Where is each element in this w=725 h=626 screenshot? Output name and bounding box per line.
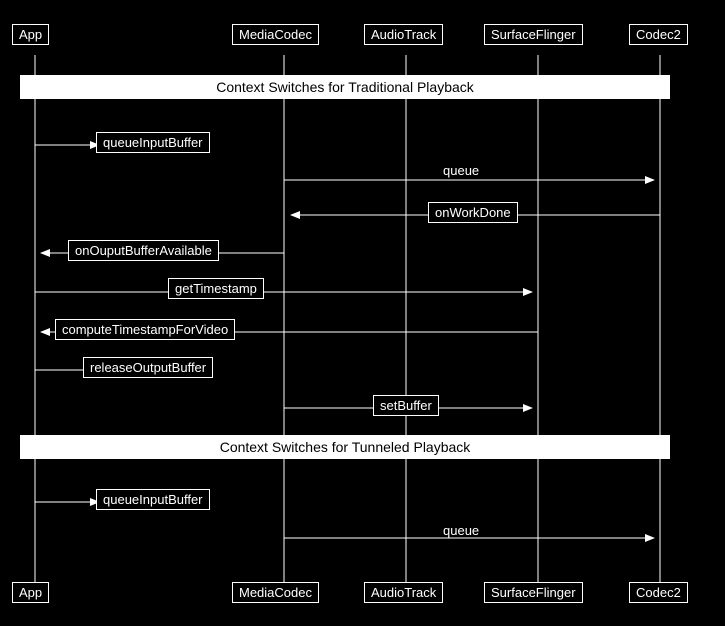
footer-mediacodec: MediaCodec — [232, 582, 319, 603]
on-ouput-buffer-available: onOuputBufferAvailable — [68, 240, 219, 261]
footer-audiotrack: AudioTrack — [364, 582, 443, 603]
release-output-buffer: releaseOutputBuffer — [83, 357, 213, 378]
header-surfaceflinger: SurfaceFlinger — [484, 24, 583, 45]
footer-app: App — [12, 582, 49, 603]
header-app: App — [12, 24, 49, 45]
queue-input-buffer-2: queueInputBuffer — [96, 489, 210, 510]
footer-surfaceflinger: SurfaceFlinger — [484, 582, 583, 603]
set-buffer: setBuffer — [373, 395, 439, 416]
footer-codec2: Codec2 — [629, 582, 688, 603]
compute-timestamp-for-video: computeTimestampForVideo — [55, 319, 235, 340]
get-timestamp: getTimestamp — [168, 278, 264, 299]
on-work-done: onWorkDone — [428, 202, 518, 223]
queue-input-buffer-1: queueInputBuffer — [96, 132, 210, 153]
section2-bar: Context Switches for Tunneled Playback — [20, 435, 670, 459]
section1-bar: Context Switches for Traditional Playbac… — [20, 75, 670, 99]
header-codec2: Codec2 — [629, 24, 688, 45]
queue-2: queue — [443, 523, 479, 538]
queue-1: queue — [443, 163, 479, 178]
header-audiotrack: AudioTrack — [364, 24, 443, 45]
header-mediacodec: MediaCodec — [232, 24, 319, 45]
diagram: App MediaCodec AudioTrack SurfaceFlinger… — [0, 0, 725, 626]
